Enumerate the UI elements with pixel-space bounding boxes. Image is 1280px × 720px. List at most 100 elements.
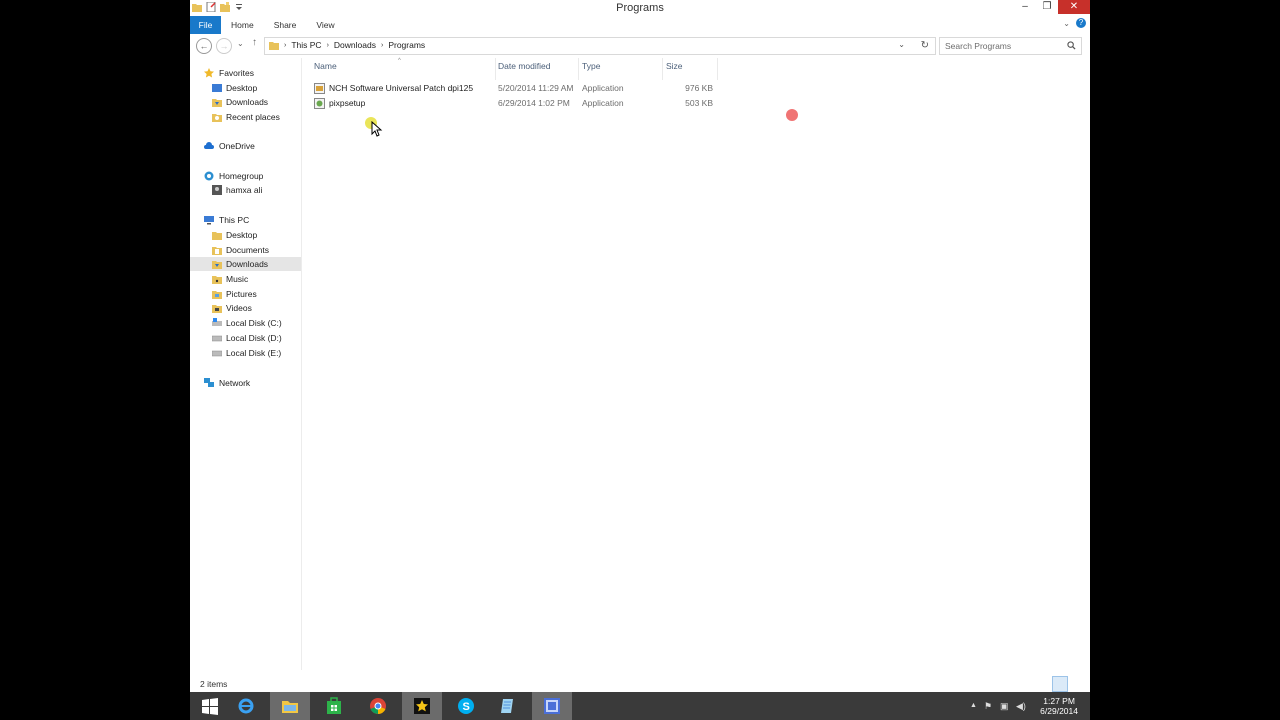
windows-logo-icon xyxy=(202,698,218,715)
nav-network[interactable]: Network xyxy=(190,376,301,390)
nav-this-pc-local-disk-c[interactable]: Local Disk (C:) xyxy=(190,316,301,330)
forward-button[interactable]: → xyxy=(216,38,232,54)
status-bar: 2 items xyxy=(190,676,1090,692)
address-bar[interactable]: › This PC › Downloads › Programs ⌄ ↻ xyxy=(264,37,936,55)
nav-homegroup[interactable]: Homegroup xyxy=(190,169,301,183)
taskbar-video-app[interactable] xyxy=(402,692,442,720)
breadcrumb-separator[interactable]: › xyxy=(284,42,286,49)
svg-text:S: S xyxy=(463,701,470,713)
expand-ribbon-icon[interactable]: ⌄ xyxy=(1063,19,1070,28)
nav-this-pc-music[interactable]: Music xyxy=(190,272,301,286)
chrome-icon xyxy=(370,698,386,715)
nav-favorites-downloads[interactable]: Downloads xyxy=(190,95,301,109)
column-divider[interactable] xyxy=(717,58,718,80)
nav-this-pc-downloads[interactable]: Downloads xyxy=(190,257,301,271)
volume-icon[interactable]: ◀) xyxy=(1016,701,1026,712)
file-type: Application xyxy=(582,98,624,108)
nav-favorites-recent-places[interactable]: Recent places xyxy=(190,110,301,124)
internet-explorer-icon xyxy=(238,698,254,714)
large-icons-view-button[interactable] xyxy=(1070,676,1086,692)
setup-icon xyxy=(314,98,325,109)
column-header-date-modified[interactable]: Date modified xyxy=(498,61,550,71)
nav-this-pc-desktop[interactable]: Desktop xyxy=(190,228,301,242)
breadcrumb-this-pc[interactable]: This PC xyxy=(291,40,321,50)
nav-this-pc-local-disk-e[interactable]: Local Disk (E:) xyxy=(190,346,301,360)
video-star-icon xyxy=(414,698,430,714)
nav-this-pc-documents[interactable]: Documents xyxy=(190,243,301,257)
taskbar-file-explorer[interactable] xyxy=(270,692,310,720)
item-count: 2 items xyxy=(200,679,228,689)
help-icon[interactable]: ? xyxy=(1076,18,1086,28)
column-divider[interactable] xyxy=(578,58,579,80)
nav-onedrive[interactable]: OneDrive xyxy=(190,139,301,153)
breadcrumb-programs[interactable]: Programs xyxy=(388,40,425,50)
column-header-type[interactable]: Type xyxy=(582,61,600,71)
taskbar-skype[interactable]: S xyxy=(446,692,486,720)
tab-file[interactable]: File xyxy=(190,16,221,34)
taskbar-store[interactable] xyxy=(314,692,354,720)
nav-favorites-desktop[interactable]: Desktop xyxy=(190,81,301,95)
skype-icon: S xyxy=(458,698,474,714)
pictures-folder-icon xyxy=(212,291,222,299)
navigation-bar: ← → ⌄ ↑ › This PC › Downloads › Programs… xyxy=(190,36,1090,56)
tab-view[interactable]: View xyxy=(306,16,344,34)
videos-folder-icon xyxy=(212,305,222,313)
recent-locations-button[interactable]: ⌄ xyxy=(237,39,244,48)
nav-this-pc-videos[interactable]: Videos xyxy=(190,301,301,315)
column-header-name[interactable]: Name xyxy=(314,61,337,71)
clock-date: 6/29/2014 xyxy=(1040,706,1078,716)
music-folder-icon xyxy=(212,276,222,284)
breadcrumb-separator[interactable]: › xyxy=(327,42,329,49)
show-hidden-icons-button[interactable]: ▲ xyxy=(970,702,977,709)
homegroup-icon xyxy=(204,171,214,181)
file-list: Name ^ Date modified Type Size NCH Softw… xyxy=(302,58,1090,670)
breadcrumb-separator[interactable]: › xyxy=(381,42,383,49)
action-center-flag-icon[interactable]: ⚑ xyxy=(984,701,992,712)
network-tray-icon[interactable]: ▣ xyxy=(1000,701,1009,712)
store-icon xyxy=(327,697,341,714)
file-explorer-icon xyxy=(282,701,298,713)
tab-share[interactable]: Share xyxy=(264,16,307,34)
computer-icon xyxy=(204,216,214,225)
taskbar-chrome[interactable] xyxy=(358,692,398,720)
column-header-size[interactable]: Size xyxy=(666,61,683,71)
taskbar: S ▲ ⚑ ▣ ◀) 1:27 PM 6/29/2014 xyxy=(190,692,1090,720)
breadcrumb-downloads[interactable]: Downloads xyxy=(334,40,376,50)
details-view-button[interactable] xyxy=(1052,676,1068,692)
minimize-button[interactable]: – xyxy=(1014,0,1036,14)
clock[interactable]: 1:27 PM 6/29/2014 xyxy=(1040,696,1078,716)
taskbar-video-editor[interactable] xyxy=(532,692,572,720)
restore-button[interactable]: ❐ xyxy=(1036,0,1058,14)
ribbon-tabs: File Home Share View xyxy=(190,16,1090,34)
star-icon xyxy=(204,68,214,78)
user-icon xyxy=(212,185,222,195)
column-divider[interactable] xyxy=(495,58,496,80)
taskbar-notepad[interactable] xyxy=(488,692,528,720)
up-button[interactable]: ↑ xyxy=(252,37,257,48)
title-bar: Programs – ❐ ✕ xyxy=(190,0,1090,16)
video-editor-icon xyxy=(544,698,560,714)
search-input[interactable]: Search Programs xyxy=(939,37,1082,55)
file-date-modified: 5/20/2014 11:29 AM xyxy=(498,83,574,93)
address-dropdown-icon[interactable]: ⌄ xyxy=(898,40,905,49)
file-row[interactable]: NCH Software Universal Patch dpi125 5/20… xyxy=(314,81,714,96)
file-type: Application xyxy=(582,83,624,93)
column-divider[interactable] xyxy=(662,58,663,80)
downloads-folder-icon xyxy=(212,261,222,269)
tab-home[interactable]: Home xyxy=(221,16,264,34)
search-placeholder: Search Programs xyxy=(945,41,1012,51)
nav-this-pc[interactable]: This PC xyxy=(190,213,301,227)
folder-icon xyxy=(212,232,222,240)
nav-this-pc-pictures[interactable]: Pictures xyxy=(190,287,301,301)
nav-homegroup-user[interactable]: hamxa ali xyxy=(190,183,301,197)
close-button[interactable]: ✕ xyxy=(1058,0,1090,14)
nav-favorites[interactable]: Favorites xyxy=(190,66,301,80)
search-icon[interactable] xyxy=(1067,41,1076,50)
nav-this-pc-local-disk-d[interactable]: Local Disk (D:) xyxy=(190,331,301,345)
taskbar-internet-explorer[interactable] xyxy=(226,692,266,720)
back-button[interactable]: ← xyxy=(196,38,212,54)
refresh-icon[interactable]: ↻ xyxy=(921,40,929,51)
start-button[interactable] xyxy=(190,692,230,720)
file-row[interactable]: pixpsetup 6/29/2014 1:02 PM Application … xyxy=(314,96,714,111)
application-icon xyxy=(314,83,325,94)
